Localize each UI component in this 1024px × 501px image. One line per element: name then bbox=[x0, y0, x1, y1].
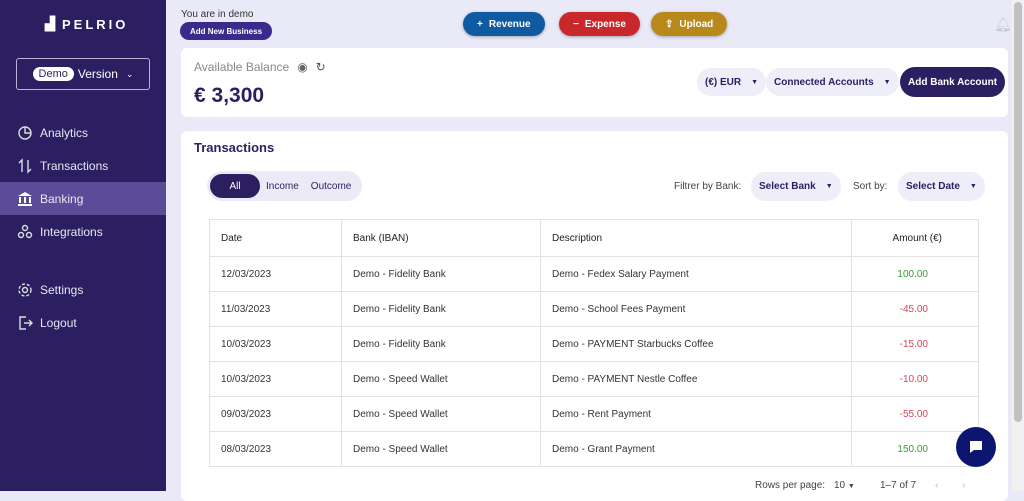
filter-income[interactable]: Income bbox=[260, 174, 305, 198]
gear-icon bbox=[18, 282, 32, 297]
demo-pill: Demo bbox=[32, 67, 74, 81]
cell-date: 11/03/2023 bbox=[209, 291, 342, 327]
col-bank[interactable]: Bank (IBAN) bbox=[341, 219, 541, 257]
cell-description: Demo - Grant Payment bbox=[540, 431, 852, 467]
prev-page-icon[interactable]: ‹ bbox=[935, 480, 938, 491]
filter-all[interactable]: All bbox=[210, 174, 260, 198]
caret-down-icon: ▼ bbox=[969, 183, 977, 190]
bell-icon[interactable]: 🔔︎ bbox=[994, 16, 1012, 33]
page-range: 1–7 of 7 bbox=[880, 480, 917, 491]
cell-bank: Demo - Speed Wallet bbox=[341, 431, 541, 467]
cell-amount: -10.00 bbox=[851, 361, 979, 397]
balance-card: Available Balance ◉ ↻ € 3,300 (€) EUR ▼ Con… bbox=[181, 48, 1008, 117]
cell-amount: -55.00 bbox=[851, 396, 979, 432]
upload-icon: ⇪ bbox=[665, 18, 674, 30]
col-amount[interactable]: Amount (€) bbox=[851, 219, 979, 257]
cell-description: Demo - PAYMENT Starbucks Coffee bbox=[540, 326, 852, 362]
rows-per-page-select[interactable]: 10 ▼ bbox=[834, 480, 855, 491]
eye-off-icon[interactable]: ◉ bbox=[297, 60, 307, 74]
version-select[interactable]: Demo Version ⌄ bbox=[16, 58, 150, 90]
caret-down-icon: ▼ bbox=[825, 183, 833, 190]
scrollbar[interactable] bbox=[1012, 0, 1024, 491]
cell-date: 09/03/2023 bbox=[209, 396, 342, 432]
cell-date: 10/03/2023 bbox=[209, 326, 342, 362]
filter-bank-label: Filtrer by Bank: bbox=[674, 181, 742, 192]
table-row[interactable]: 08/03/2023 Demo - Speed Wallet Demo - Gran… bbox=[209, 431, 979, 467]
caret-down-icon: ▼ bbox=[883, 78, 891, 86]
cell-amount: -15.00 bbox=[851, 326, 979, 362]
cell-bank: Demo - Fidelity Bank bbox=[341, 256, 541, 292]
upload-button[interactable]: ⇪ Upload bbox=[651, 12, 728, 36]
connected-accounts-select[interactable]: Connected Accounts ▼ bbox=[766, 68, 899, 96]
cell-description: Demo - School Fees Payment bbox=[540, 291, 852, 327]
cell-bank: Demo - Fidelity Bank bbox=[341, 326, 541, 362]
cell-date: 10/03/2023 bbox=[209, 361, 342, 397]
version-label: Version bbox=[77, 67, 118, 81]
add-bank-account-button[interactable]: Add Bank Account bbox=[900, 67, 1006, 97]
transactions-table: Date Bank (IBAN) Description Amount (€) … bbox=[209, 219, 979, 467]
transactions-title: Transactions bbox=[194, 140, 275, 155]
add-new-business-button[interactable]: Add New Business bbox=[180, 22, 273, 40]
expense-button[interactable]: − Expense bbox=[559, 12, 640, 36]
currency-select[interactable]: (€) EUR ▼ bbox=[697, 68, 767, 96]
sidebar-item-logout[interactable]: Logout bbox=[0, 306, 166, 339]
table-row[interactable]: 11/03/2023 Demo - Fidelity Bank Demo - Sch… bbox=[209, 291, 979, 327]
sort-label: Sort by: bbox=[853, 181, 888, 192]
cell-description: Demo - Fedex Salary Payment bbox=[540, 256, 852, 292]
sidebar-item-settings[interactable]: Settings bbox=[0, 273, 166, 306]
cell-bank: Demo - Speed Wallet bbox=[341, 396, 541, 432]
transactions-card: Transactions All Income Outcome Filtrer … bbox=[181, 131, 1008, 501]
sort-dropdown[interactable]: Select Date ▼ bbox=[898, 172, 985, 201]
sidebar-item-analytics[interactable]: Analytics bbox=[0, 116, 166, 149]
table-row[interactable]: 12/03/2023 Demo - Fidelity Bank Demo - Fed… bbox=[209, 256, 979, 292]
logo: ▟ PELRIO bbox=[45, 16, 129, 32]
type-filter: All Income Outcome bbox=[207, 171, 362, 201]
col-date[interactable]: Date bbox=[209, 219, 342, 257]
integrations-icon bbox=[17, 224, 33, 238]
cell-amount: 100.00 bbox=[851, 256, 979, 292]
cell-bank: Demo - Fidelity Bank bbox=[341, 291, 541, 327]
scrollbar-thumb[interactable] bbox=[1014, 2, 1022, 422]
balance-label: Available Balance bbox=[194, 60, 290, 74]
demo-notice: You are in demo bbox=[181, 9, 254, 20]
caret-down-icon: ▼ bbox=[847, 483, 855, 490]
logout-icon bbox=[19, 315, 33, 330]
bank-icon bbox=[18, 191, 32, 206]
cell-description: Demo - Rent Payment bbox=[540, 396, 852, 432]
select-bank-dropdown[interactable]: Select Bank ▼ bbox=[751, 172, 841, 201]
arrows-updown-icon bbox=[18, 157, 32, 174]
logo-chart-icon: ▟ bbox=[45, 16, 58, 31]
chevron-down-icon: ⌄ bbox=[125, 68, 134, 79]
chat-button[interactable] bbox=[956, 427, 996, 467]
cell-bank: Demo - Speed Wallet bbox=[341, 361, 541, 397]
plus-icon: + bbox=[477, 18, 483, 30]
chat-icon bbox=[970, 441, 982, 453]
sidebar: ▟ PELRIO Demo Version ⌄ Analytics Transacti… bbox=[0, 0, 166, 491]
pie-chart-icon bbox=[18, 125, 32, 140]
balance-value: € 3,300 bbox=[194, 84, 265, 107]
table-row[interactable]: 10/03/2023 Demo - Fidelity Bank Demo - PAY… bbox=[209, 326, 979, 362]
col-description[interactable]: Description bbox=[540, 219, 852, 257]
sidebar-item-integrations[interactable]: Integrations bbox=[0, 215, 166, 248]
cell-description: Demo - PAYMENT Nestle Coffee bbox=[540, 361, 852, 397]
next-page-icon[interactable]: › bbox=[962, 480, 965, 491]
filter-outcome[interactable]: Outcome bbox=[305, 174, 358, 198]
refresh-icon[interactable]: ↻ bbox=[316, 60, 326, 74]
sidebar-item-transactions[interactable]: Transactions bbox=[0, 149, 166, 182]
rows-per-page-label: Rows per page: bbox=[755, 480, 826, 491]
cell-date: 08/03/2023 bbox=[209, 431, 342, 467]
caret-down-icon: ▼ bbox=[751, 78, 759, 86]
revenue-button[interactable]: + Revenue bbox=[463, 12, 545, 36]
table-row[interactable]: 10/03/2023 Demo - Speed Wallet Demo - PAYM… bbox=[209, 361, 979, 397]
cell-date: 12/03/2023 bbox=[209, 256, 342, 292]
sidebar-item-banking[interactable]: Banking bbox=[0, 182, 166, 215]
minus-icon: − bbox=[573, 18, 579, 30]
cell-amount: -45.00 bbox=[851, 291, 979, 327]
table-row[interactable]: 09/03/2023 Demo - Speed Wallet Demo - Rent… bbox=[209, 396, 979, 432]
